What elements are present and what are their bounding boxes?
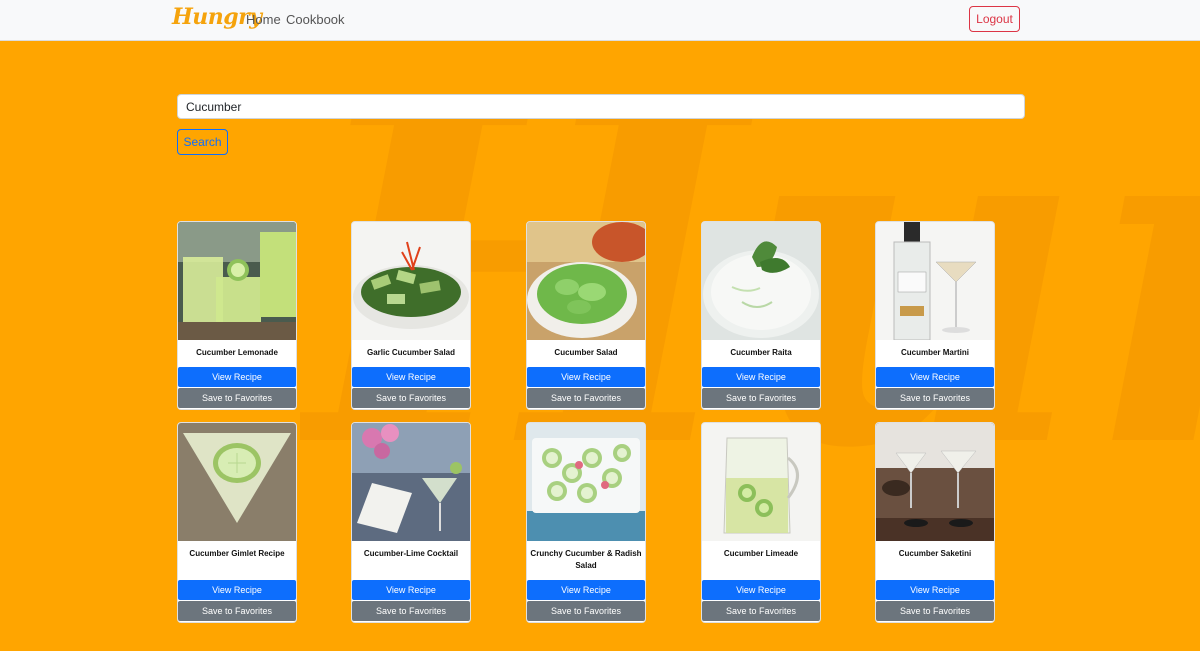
- recipe-title: Cucumber Gimlet Recipe: [189, 549, 285, 558]
- recipe-image-cucumber-salad: [527, 222, 645, 340]
- recipe-card: Cucumber Salad View Recipe Save to Favor…: [526, 221, 646, 410]
- save-favorites-button[interactable]: Save to Favorites: [702, 388, 820, 408]
- save-favorites-button[interactable]: Save to Favorites: [876, 388, 994, 408]
- nav-home-link[interactable]: Home: [246, 12, 281, 27]
- view-recipe-button[interactable]: View Recipe: [527, 367, 645, 387]
- view-recipe-button[interactable]: View Recipe: [876, 367, 994, 387]
- recipe-title: Cucumber Martini: [900, 348, 969, 357]
- view-recipe-button[interactable]: View Recipe: [352, 367, 470, 387]
- save-favorites-button[interactable]: Save to Favorites: [527, 601, 645, 621]
- save-favorites-button[interactable]: Save to Favorites: [527, 388, 645, 408]
- nav-cookbook-link[interactable]: Cookbook: [286, 12, 345, 27]
- recipe-image-cucumber-martini: [876, 222, 994, 340]
- save-favorites-button[interactable]: Save to Favorites: [702, 601, 820, 621]
- recipe-title: Garlic Cucumber Salad: [366, 348, 456, 357]
- recipe-image-cucumber-gimlet: [178, 423, 296, 541]
- recipe-card: Cucumber Gimlet Recipe View Recipe Save …: [177, 422, 297, 623]
- logout-button[interactable]: Logout: [969, 6, 1020, 32]
- recipe-image-cucumber-limeade: [702, 423, 820, 541]
- view-recipe-button[interactable]: View Recipe: [702, 580, 820, 600]
- view-recipe-button[interactable]: View Recipe: [178, 367, 296, 387]
- recipe-title: Cucumber Saketini: [898, 549, 972, 558]
- view-recipe-button[interactable]: View Recipe: [527, 580, 645, 600]
- recipe-title: Crunchy Cucumber & Radish Salad: [530, 549, 642, 570]
- recipe-image-garlic-cucumber-salad: [352, 222, 470, 340]
- recipe-card: Cucumber-Lime Cocktail View Recipe Save …: [351, 422, 471, 623]
- save-favorites-button[interactable]: Save to Favorites: [352, 601, 470, 621]
- recipe-card: Garlic Cucumber Salad View Recipe Save t…: [351, 221, 471, 410]
- recipe-image-cucumber-raita: [702, 222, 820, 340]
- recipe-title: Cucumber-Lime Cocktail: [363, 549, 459, 558]
- save-favorites-button[interactable]: Save to Favorites: [352, 388, 470, 408]
- recipe-image-cucumber-saketini: [876, 423, 994, 541]
- recipe-image-crunchy-cucumber-radish-salad: [527, 423, 645, 541]
- recipe-title: Cucumber Raita: [730, 348, 792, 357]
- save-favorites-button[interactable]: Save to Favorites: [178, 601, 296, 621]
- search-input[interactable]: [177, 94, 1025, 119]
- view-recipe-button[interactable]: View Recipe: [178, 580, 296, 600]
- recipe-card: Crunchy Cucumber & Radish Salad View Rec…: [526, 422, 646, 623]
- recipe-image-lemonade: [178, 222, 296, 340]
- recipe-card: Cucumber Limeade View Recipe Save to Fav…: [701, 422, 821, 623]
- view-recipe-button[interactable]: View Recipe: [352, 580, 470, 600]
- save-favorites-button[interactable]: Save to Favorites: [876, 601, 994, 621]
- view-recipe-button[interactable]: View Recipe: [876, 580, 994, 600]
- recipe-card: Cucumber Martini View Recipe Save to Fav…: [875, 221, 995, 410]
- save-favorites-button[interactable]: Save to Favorites: [178, 388, 296, 408]
- recipe-card: Cucumber Raita View Recipe Save to Favor…: [701, 221, 821, 410]
- recipe-card: Cucumber Lemonade View Recipe Save to Fa…: [177, 221, 297, 410]
- top-navbar: Hungry Home Cookbook Logout: [0, 0, 1200, 41]
- recipe-title: Cucumber Salad: [554, 348, 618, 357]
- view-recipe-button[interactable]: View Recipe: [702, 367, 820, 387]
- search-button[interactable]: Search: [177, 129, 228, 155]
- recipe-image-cucumber-lime-cocktail: [352, 423, 470, 541]
- recipe-title: Cucumber Limeade: [723, 549, 799, 558]
- recipe-title: Cucumber Lemonade: [196, 348, 278, 357]
- recipe-card: Cucumber Saketini View Recipe Save to Fa…: [875, 422, 995, 623]
